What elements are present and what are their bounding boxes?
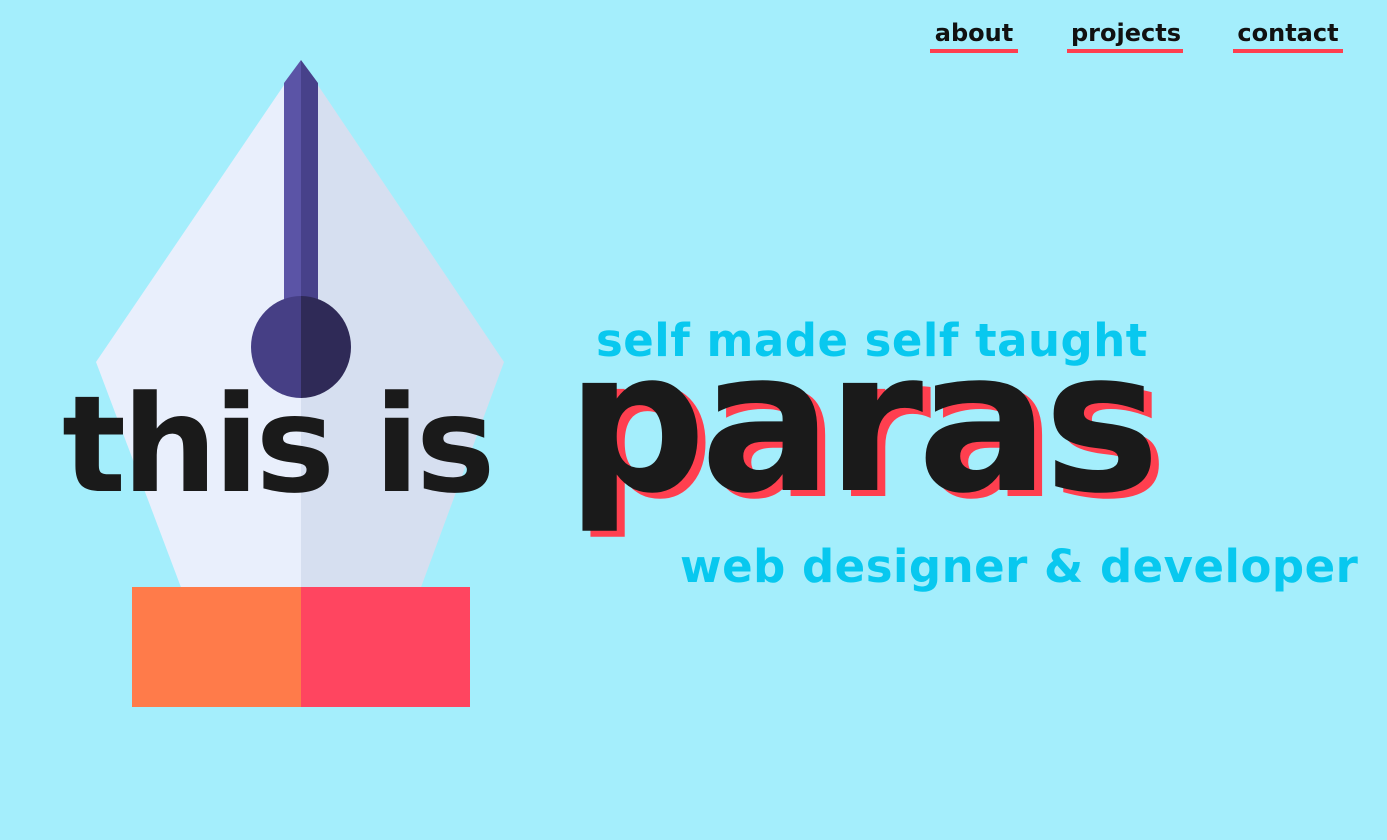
nav-link-projects[interactable]: projects [1067, 18, 1183, 53]
nav-link-contact[interactable]: contact [1233, 18, 1343, 53]
hero-name: paras [566, 309, 1160, 537]
nav-link-about[interactable]: about [930, 18, 1018, 53]
pen-base-left [132, 587, 301, 707]
tagline-role: web designer & developer [680, 540, 1359, 593]
landing-page: about projects contact self made self ta… [0, 0, 1387, 840]
pen-stem-right [301, 60, 318, 310]
pen-base-right [301, 587, 470, 707]
intro-text: this is [62, 367, 495, 523]
pen-stem-left [284, 60, 301, 310]
